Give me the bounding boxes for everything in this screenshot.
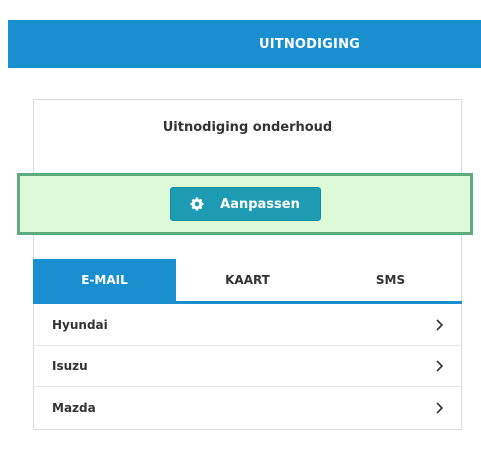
gear-icon <box>190 197 204 211</box>
highlight-region: Aanpassen <box>17 173 473 235</box>
list-item-label: Mazda <box>52 400 96 415</box>
list-item-hyundai[interactable]: Hyundai <box>34 305 461 346</box>
page-header: UITNODIGING <box>8 20 481 68</box>
page-title: UITNODIGING <box>258 36 361 52</box>
brand-list: Hyundai Isuzu Mazda <box>34 305 461 428</box>
list-item-label: Hyundai <box>52 318 108 332</box>
customize-button[interactable]: Aanpassen <box>169 187 321 221</box>
tab-sms[interactable]: SMS <box>319 259 462 301</box>
list-item-mazda[interactable]: Mazda <box>34 387 461 428</box>
tab-email[interactable]: E-MAIL <box>33 259 176 301</box>
chevron-right-icon <box>435 401 444 414</box>
chevron-right-icon <box>435 360 444 372</box>
list-item-isuzu[interactable]: Isuzu <box>34 346 461 387</box>
card-title: Uitnodiging onderhoud <box>162 120 333 135</box>
customize-button-label: Aanpassen <box>220 196 300 212</box>
list-item-label: Isuzu <box>52 359 88 373</box>
chevron-right-icon <box>435 319 444 331</box>
tab-bar: E-MAIL KAART SMS <box>33 259 462 304</box>
tab-card[interactable]: KAART <box>176 259 319 301</box>
